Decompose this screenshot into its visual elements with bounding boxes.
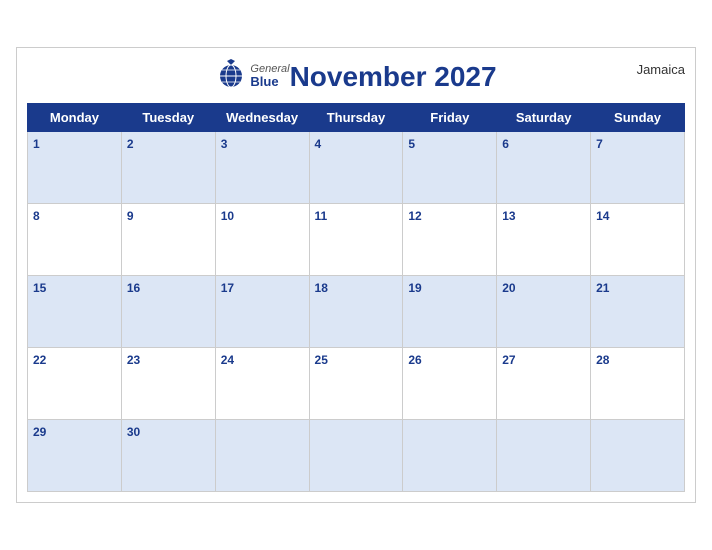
logo-text: General Blue <box>250 63 289 89</box>
day-number: 10 <box>221 209 234 223</box>
header-sunday: Sunday <box>591 104 685 132</box>
day-cell-14: 14 <box>591 204 685 276</box>
week-row-4: 22 23 24 25 26 27 28 <box>28 348 685 420</box>
header-thursday: Thursday <box>309 104 403 132</box>
calendar-container: General Blue November 2027 Jamaica Monda… <box>16 47 696 503</box>
day-cell-20: 20 <box>497 276 591 348</box>
header-wednesday: Wednesday <box>215 104 309 132</box>
day-cell-30: 30 <box>121 420 215 492</box>
day-cell-10: 10 <box>215 204 309 276</box>
week-row-3: 15 16 17 18 19 20 21 <box>28 276 685 348</box>
day-cell-empty <box>497 420 591 492</box>
day-cell-3: 3 <box>215 132 309 204</box>
logo: General Blue <box>215 58 289 95</box>
day-cell-8: 8 <box>28 204 122 276</box>
day-number: 29 <box>33 425 46 439</box>
calendar-table: Monday Tuesday Wednesday Thursday Friday… <box>27 103 685 492</box>
logo-icon <box>215 58 247 95</box>
day-cell-28: 28 <box>591 348 685 420</box>
day-number: 13 <box>502 209 515 223</box>
day-cell-18: 18 <box>309 276 403 348</box>
day-number: 24 <box>221 353 234 367</box>
day-cell-23: 23 <box>121 348 215 420</box>
day-cell-6: 6 <box>497 132 591 204</box>
header-tuesday: Tuesday <box>121 104 215 132</box>
day-cell-1: 1 <box>28 132 122 204</box>
day-cell-25: 25 <box>309 348 403 420</box>
day-number: 15 <box>33 281 46 295</box>
day-number: 9 <box>127 209 134 223</box>
day-cell-2: 2 <box>121 132 215 204</box>
day-cell-empty <box>591 420 685 492</box>
day-cell-17: 17 <box>215 276 309 348</box>
day-cell-27: 27 <box>497 348 591 420</box>
day-cell-15: 15 <box>28 276 122 348</box>
header-friday: Friday <box>403 104 497 132</box>
weekday-header-row: Monday Tuesday Wednesday Thursday Friday… <box>28 104 685 132</box>
country-label: Jamaica <box>637 62 685 77</box>
day-number: 26 <box>408 353 421 367</box>
header-monday: Monday <box>28 104 122 132</box>
day-cell-11: 11 <box>309 204 403 276</box>
day-number: 21 <box>596 281 609 295</box>
day-cell-9: 9 <box>121 204 215 276</box>
day-cell-19: 19 <box>403 276 497 348</box>
day-cell-13: 13 <box>497 204 591 276</box>
day-number: 17 <box>221 281 234 295</box>
day-cell-22: 22 <box>28 348 122 420</box>
day-number: 25 <box>315 353 328 367</box>
day-number: 30 <box>127 425 140 439</box>
day-number: 18 <box>315 281 328 295</box>
day-cell-empty <box>309 420 403 492</box>
day-cell-24: 24 <box>215 348 309 420</box>
day-number: 28 <box>596 353 609 367</box>
day-number: 19 <box>408 281 421 295</box>
calendar-header: General Blue November 2027 Jamaica <box>27 58 685 95</box>
day-number: 5 <box>408 137 415 151</box>
day-cell-empty <box>403 420 497 492</box>
day-number: 14 <box>596 209 609 223</box>
day-number: 22 <box>33 353 46 367</box>
day-cell-21: 21 <box>591 276 685 348</box>
day-number: 27 <box>502 353 515 367</box>
day-number: 7 <box>596 137 603 151</box>
day-number: 20 <box>502 281 515 295</box>
day-number: 1 <box>33 137 40 151</box>
day-cell-12: 12 <box>403 204 497 276</box>
day-number: 2 <box>127 137 134 151</box>
day-number: 8 <box>33 209 40 223</box>
week-row-5: 29 30 <box>28 420 685 492</box>
day-cell-26: 26 <box>403 348 497 420</box>
header-saturday: Saturday <box>497 104 591 132</box>
day-cell-29: 29 <box>28 420 122 492</box>
day-cell-16: 16 <box>121 276 215 348</box>
day-number: 12 <box>408 209 421 223</box>
day-number: 16 <box>127 281 140 295</box>
day-cell-7: 7 <box>591 132 685 204</box>
day-number: 3 <box>221 137 228 151</box>
day-number: 23 <box>127 353 140 367</box>
week-row-1: 1 2 3 4 5 6 7 <box>28 132 685 204</box>
week-row-2: 8 9 10 11 12 13 14 <box>28 204 685 276</box>
day-number: 4 <box>315 137 322 151</box>
calendar-title: November 2027 <box>290 61 497 93</box>
day-number: 11 <box>315 209 328 223</box>
day-cell-empty <box>215 420 309 492</box>
day-cell-5: 5 <box>403 132 497 204</box>
day-number: 6 <box>502 137 509 151</box>
logo-blue: Blue <box>250 75 289 89</box>
day-cell-4: 4 <box>309 132 403 204</box>
